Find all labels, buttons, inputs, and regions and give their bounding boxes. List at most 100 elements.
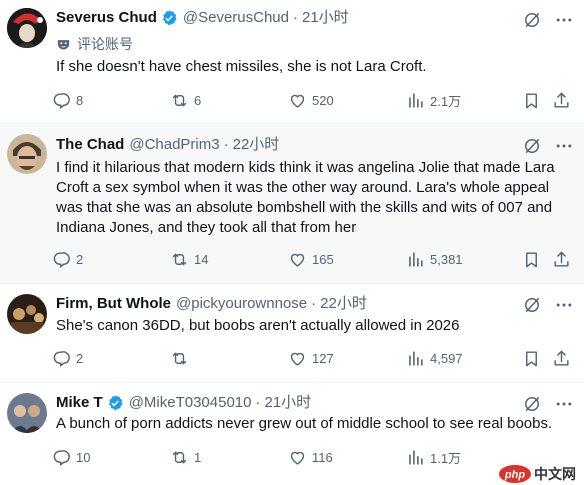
- tweet-header: Firm, But Whole @pickyourownnose · 22小时: [56, 294, 367, 314]
- reply-button[interactable]: 8: [52, 90, 83, 110]
- like-count: 116: [312, 449, 333, 465]
- like-button[interactable]: 165: [288, 249, 334, 269]
- views-button[interactable]: 1.1万: [406, 447, 461, 467]
- account-label: 评论账号: [56, 35, 133, 53]
- repost-button[interactable]: [170, 348, 194, 368]
- like-icon: [288, 250, 307, 269]
- repost-count: 14: [194, 251, 209, 267]
- separator-dot: ·: [223, 136, 229, 153]
- reply-button[interactable]: 2: [52, 249, 83, 269]
- handle[interactable]: @pickyourownnose: [176, 294, 307, 314]
- display-name[interactable]: Firm, But Whole: [56, 294, 171, 314]
- tweet-text: If she doesn't have chest missiles, she …: [56, 58, 427, 75]
- mask-icon: [57, 39, 70, 49]
- tweet[interactable]: The Chad @ChadPrim3 · 22小时 I find it hil…: [0, 124, 584, 284]
- reply-count: 2: [76, 251, 84, 267]
- tweet[interactable]: Firm, But Whole @pickyourownnose · 22小时 …: [0, 284, 584, 383]
- reply-count: 2: [76, 350, 84, 366]
- tweet[interactable]: Severus Chud @SeverusChud · 21小时 评论账号 If…: [0, 0, 584, 124]
- views-icon: [406, 349, 425, 368]
- share-button[interactable]: [552, 90, 576, 110]
- like-icon: [288, 349, 307, 368]
- watermark: php 中文网: [498, 462, 584, 485]
- more-icon[interactable]: [554, 10, 574, 30]
- timestamp[interactable]: 21小时: [265, 393, 312, 413]
- share-button[interactable]: [552, 348, 576, 368]
- bookmark-icon: [522, 250, 541, 269]
- like-button[interactable]: 520: [288, 90, 334, 110]
- repost-icon: [170, 250, 189, 269]
- repost-icon: [170, 349, 189, 368]
- repost-button[interactable]: 1: [170, 447, 201, 467]
- views-button[interactable]: 4,597: [406, 348, 463, 368]
- display-name[interactable]: The Chad: [56, 135, 124, 155]
- like-icon: [288, 91, 307, 110]
- tweet[interactable]: Mike T @MikeT03045010 · 21小时 A bunch of …: [0, 383, 584, 485]
- display-name[interactable]: Mike T: [56, 393, 103, 413]
- reply-count: 10: [76, 449, 91, 465]
- grok-icon[interactable]: [522, 10, 542, 30]
- timestamp[interactable]: 22小时: [233, 135, 280, 155]
- handle[interactable]: @SeverusChud: [183, 8, 289, 28]
- tweet-header: The Chad @ChadPrim3 · 22小时: [56, 135, 279, 155]
- views-icon: [406, 91, 425, 110]
- views-button[interactable]: 5,381: [406, 249, 463, 269]
- separator-dot: ·: [255, 394, 261, 411]
- like-button[interactable]: 116: [288, 447, 333, 467]
- reply-icon: [52, 349, 71, 368]
- tweet-text: I find it hilarious that modern kids thi…: [56, 159, 555, 236]
- more-icon[interactable]: [554, 136, 574, 156]
- share-icon: [552, 349, 571, 368]
- more-icon[interactable]: [554, 295, 574, 315]
- like-button[interactable]: 127: [288, 348, 334, 368]
- watermark-text: 中文网: [534, 465, 576, 482]
- repost-button[interactable]: 14: [170, 249, 208, 269]
- avatar[interactable]: [7, 393, 47, 433]
- timestamp[interactable]: 22小时: [320, 294, 367, 314]
- avatar[interactable]: [7, 294, 47, 334]
- like-count: 165: [312, 251, 334, 267]
- share-icon: [552, 91, 571, 110]
- bookmark-button[interactable]: [522, 90, 546, 110]
- reply-icon: [52, 448, 71, 467]
- grok-icon[interactable]: [522, 136, 542, 156]
- reply-icon: [52, 91, 71, 110]
- tweet-text: A bunch of porn addicts never grew out o…: [56, 415, 553, 432]
- tweet-header: Severus Chud @SeverusChud · 21小时: [56, 8, 349, 28]
- avatar[interactable]: [7, 134, 47, 174]
- views-button[interactable]: 2.1万: [406, 90, 461, 110]
- reply-button[interactable]: 2: [52, 348, 83, 368]
- avatar[interactable]: [7, 8, 47, 48]
- views-icon: [406, 448, 425, 467]
- timestamp[interactable]: 21小时: [302, 8, 349, 28]
- handle[interactable]: @ChadPrim3: [129, 135, 219, 155]
- share-icon: [552, 250, 571, 269]
- share-button[interactable]: [552, 249, 576, 269]
- bookmark-icon: [522, 91, 541, 110]
- reply-icon: [52, 250, 71, 269]
- display-name[interactable]: Severus Chud: [56, 8, 157, 28]
- like-count: 520: [312, 92, 334, 108]
- action-bar: 2 127 4,597: [52, 348, 582, 368]
- views-count: 2.1万: [430, 93, 462, 109]
- tweet-header: Mike T @MikeT03045010 · 21小时: [56, 393, 311, 413]
- tweet-text: She's canon 36DD, but boobs aren't actua…: [56, 317, 460, 334]
- verified-badge-icon: [160, 9, 178, 27]
- more-icon[interactable]: [554, 394, 574, 414]
- verified-badge-icon: [106, 394, 124, 412]
- grok-icon[interactable]: [522, 394, 542, 414]
- action-bar: 2 14 165 5,381: [52, 249, 582, 269]
- reply-button[interactable]: 10: [52, 447, 90, 467]
- views-count: 5,381: [430, 251, 463, 267]
- bookmark-button[interactable]: [522, 348, 546, 368]
- handle[interactable]: @MikeT03045010: [129, 393, 252, 413]
- like-icon: [288, 448, 307, 467]
- separator-dot: ·: [293, 9, 298, 26]
- grok-icon[interactable]: [522, 295, 542, 315]
- repost-icon: [170, 91, 189, 110]
- bookmark-button[interactable]: [522, 249, 546, 269]
- views-count: 1.1万: [430, 450, 462, 466]
- repost-button[interactable]: 6: [170, 90, 201, 110]
- action-bar: 8 6 520 2.1万: [52, 90, 582, 110]
- like-count: 127: [312, 350, 334, 366]
